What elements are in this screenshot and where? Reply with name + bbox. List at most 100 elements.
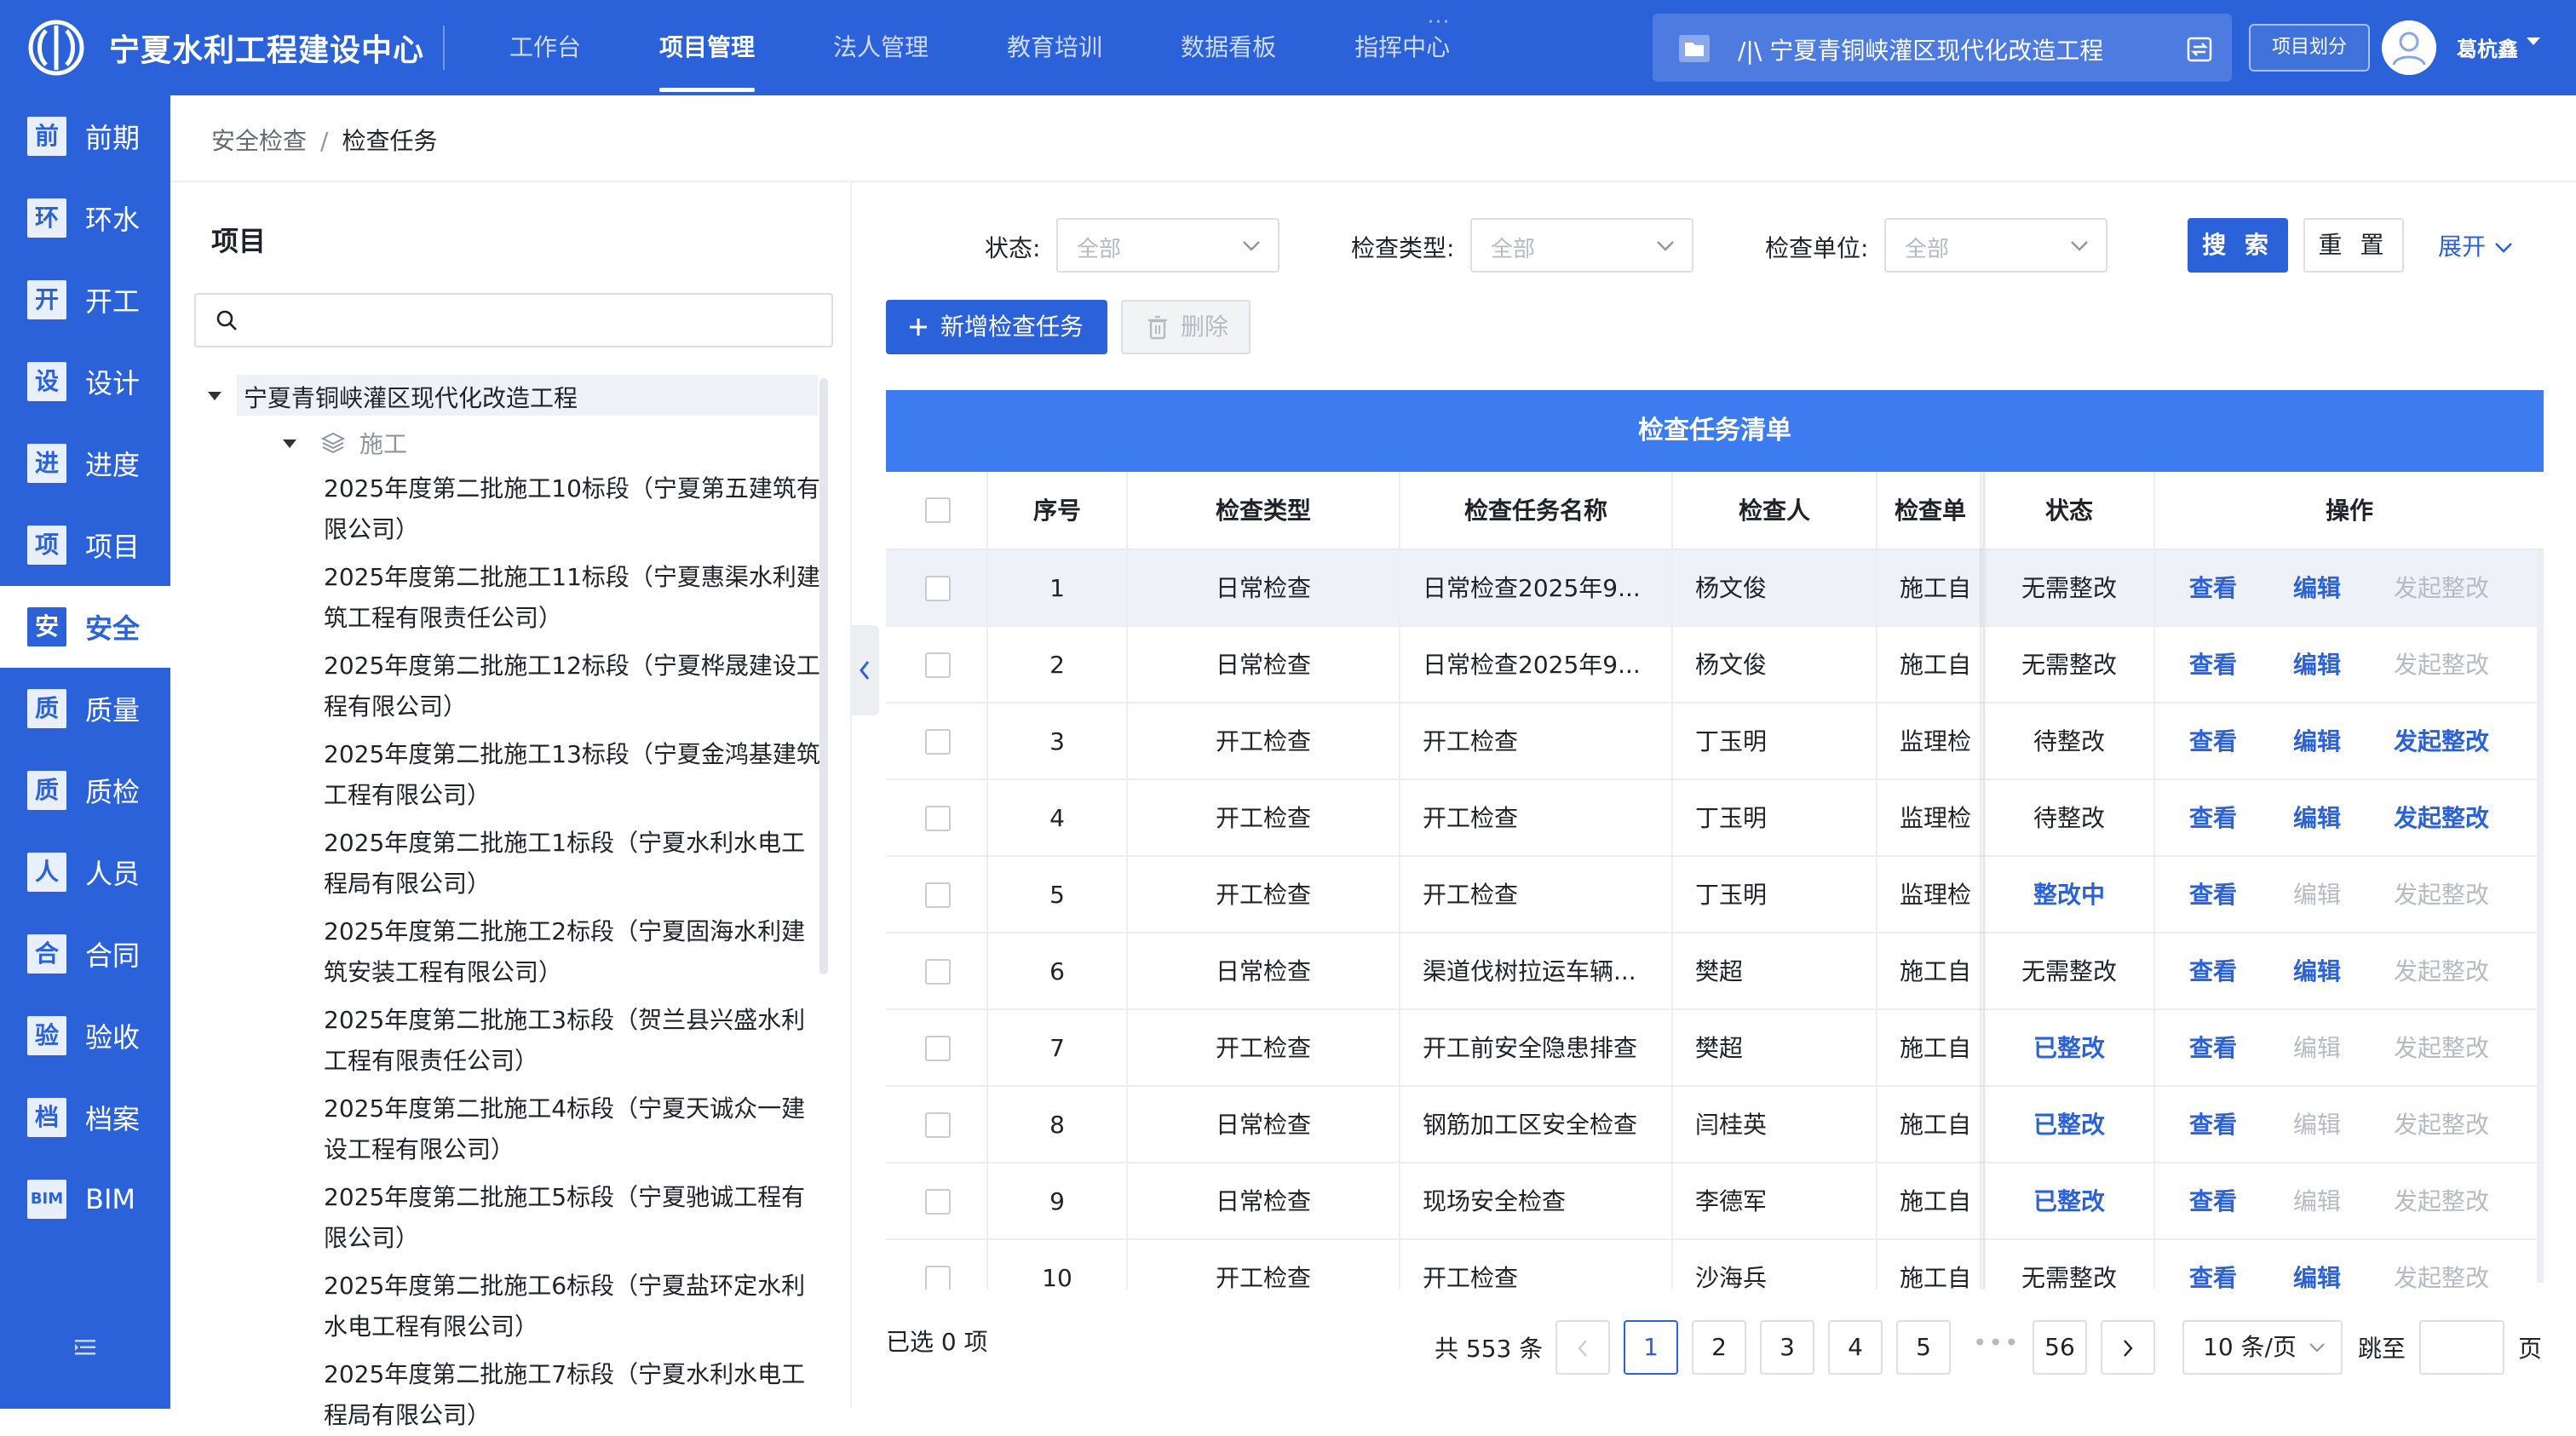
jump-page-input[interactable] [2424,1322,2501,1370]
next-page-button[interactable] [2101,1320,2155,1375]
edit-link[interactable]: 编辑 [2293,627,2341,704]
start-rectification-link[interactable]: 发起整改 [2394,1163,2489,1240]
expand-filters-button[interactable]: 展开 [2438,228,2513,262]
username[interactable]: 葛杭鑫 [2457,32,2518,62]
tree-leaf[interactable]: 2025年度第二批施工7标段（宁夏水利水电工程局有限公司） [324,1354,826,1436]
row-checkbox[interactable] [925,806,951,831]
edit-link[interactable]: 编辑 [2293,704,2341,780]
view-link[interactable]: 查看 [2189,933,2237,1010]
edit-link[interactable]: 编辑 [2293,933,2341,1010]
add-inspection-task-button[interactable]: 新增检查任务 [886,300,1107,354]
delete-button[interactable]: 删除 [1121,300,1251,354]
nav-workbench[interactable]: 工作台 [509,0,581,95]
view-link[interactable]: 查看 [2189,627,2237,704]
tree-leaf[interactable]: 2025年度第二批施工11标段（宁夏惠渠水利建筑工程有限责任公司） [324,557,826,639]
row-checkbox[interactable] [925,576,951,601]
view-link[interactable]: 查看 [2189,704,2237,780]
more-icon[interactable]: ··· [1428,12,1451,33]
view-link[interactable]: 查看 [2189,1010,2237,1087]
chevron-down-icon[interactable] [2527,37,2540,45]
view-link[interactable]: 查看 [2189,550,2237,627]
tree-leaf[interactable]: 2025年度第二批施工2标段（宁夏固海水利建筑安装工程有限公司） [324,911,826,993]
jump-page-field[interactable] [2419,1320,2504,1375]
nav-legal-person[interactable]: 法人管理 [833,0,929,95]
scrollbar[interactable] [819,378,828,974]
view-link[interactable]: 查看 [2189,1240,2237,1290]
tree-leaf[interactable]: 2025年度第二批施工3标段（贺兰县兴盛水利工程有限责任公司） [324,1000,826,1082]
sidebar-item-progress[interactable]: 进进度 [0,422,170,504]
breadcrumb-parent[interactable]: 安全检查 [211,127,307,155]
row-checkbox[interactable] [925,652,951,678]
nav-project-management[interactable]: 项目管理 [659,0,756,95]
edit-link[interactable]: 编辑 [2293,1010,2341,1087]
sidebar-item-bim[interactable]: BIM BIM [0,1158,170,1240]
view-link[interactable]: 查看 [2189,1163,2237,1240]
avatar[interactable] [2382,20,2436,75]
type-select[interactable]: 全部 [1470,218,1693,273]
page-3[interactable]: 3 [1760,1320,1814,1375]
status-select[interactable]: 全部 [1056,218,1279,273]
start-rectification-link[interactable]: 发起整改 [2394,627,2489,704]
sidebar-item-safety[interactable]: 安安全 [0,586,170,668]
sidebar-item-environment[interactable]: 环环水 [0,177,170,259]
start-rectification-link[interactable]: 发起整改 [2394,704,2489,780]
row-checkbox[interactable] [925,959,951,985]
view-link[interactable]: 查看 [2189,1087,2237,1163]
sidebar-item-quality-inspection[interactable]: 质质检 [0,750,170,831]
sidebar-item-contract[interactable]: 合合同 [0,913,170,995]
view-link[interactable]: 查看 [2189,780,2237,857]
unit-select[interactable]: 全部 [1884,218,2107,273]
row-checkbox[interactable] [925,882,951,908]
scrollbar[interactable] [2537,550,2544,1283]
edit-link[interactable]: 编辑 [2293,857,2341,933]
start-rectification-link[interactable]: 发起整改 [2394,857,2489,933]
nav-training[interactable]: 教育培训 [1007,0,1102,95]
search-button[interactable]: 搜 索 [2188,218,2288,273]
edit-link[interactable]: 编辑 [2293,550,2341,627]
sidebar-item-quality[interactable]: 质质量 [0,668,170,750]
start-rectification-link[interactable]: 发起整改 [2394,550,2489,627]
row-checkbox[interactable] [925,729,951,755]
page-4[interactable]: 4 [1828,1320,1883,1375]
caret-down-icon[interactable] [208,392,221,400]
collapse-tree-handle[interactable] [850,625,879,715]
edit-link[interactable]: 编辑 [2293,1163,2341,1240]
sidebar-item-preliminary[interactable]: 前前期 [0,95,170,177]
sidebar-item-archive[interactable]: 档档案 [0,1077,170,1158]
page-56[interactable]: 56 [2033,1320,2087,1375]
prev-page-button[interactable] [1555,1320,1610,1375]
edit-link[interactable]: 编辑 [2293,780,2341,857]
page-1[interactable]: 1 [1624,1320,1678,1375]
more-pages-icon[interactable]: ••• [1973,1329,2021,1357]
tree-leaf[interactable]: 2025年度第二批施工5标段（宁夏驰诚工程有限公司） [324,1177,826,1259]
page-size-select[interactable]: 10 条/页 [2182,1320,2343,1375]
switch-project-icon[interactable] [2186,36,2213,63]
tree-search-input[interactable] [247,295,826,342]
start-rectification-link[interactable]: 发起整改 [2394,933,2489,1010]
row-checkbox[interactable] [925,1189,951,1215]
project-divide-button[interactable]: 项目划分 [2249,24,2370,72]
edit-link[interactable]: 编辑 [2293,1240,2341,1290]
sidebar-item-commencement[interactable]: 开开工 [0,259,170,341]
sidebar-item-project[interactable]: 项项目 [0,504,170,586]
tree-leaf[interactable]: 2025年度第二批施工13标段（宁夏金鸿基建筑工程有限公司） [324,734,826,816]
select-all-checkbox[interactable] [925,497,951,523]
view-link[interactable]: 查看 [2189,857,2237,933]
start-rectification-link[interactable]: 发起整改 [2394,1240,2489,1290]
row-checkbox[interactable] [925,1112,951,1138]
sidebar-item-acceptance[interactable]: 验验收 [0,995,170,1077]
page-5[interactable]: 5 [1896,1320,1951,1375]
tree-leaf[interactable]: 2025年度第二批施工4标段（宁夏天诚众一建设工程有限公司） [324,1088,826,1170]
start-rectification-link[interactable]: 发起整改 [2394,1087,2489,1163]
sidebar-item-personnel[interactable]: 人人员 [0,831,170,913]
project-selector[interactable]: /|\ 宁夏青铜峡灌区现代化改造工程 [1653,14,2232,82]
reset-button[interactable]: 重 置 [2303,218,2404,273]
tree-search[interactable] [194,293,833,348]
tree-leaf[interactable]: 2025年度第二批施工10标段（宁夏第五建筑有限公司） [324,468,826,550]
sidebar-item-design[interactable]: 设设计 [0,341,170,422]
caret-down-icon[interactable] [283,439,296,448]
page-2[interactable]: 2 [1692,1320,1746,1375]
tree-leaf[interactable]: 2025年度第二批施工12标段（宁夏桦晟建设工程有限公司） [324,646,826,727]
start-rectification-link[interactable]: 发起整改 [2394,1010,2489,1087]
row-checkbox[interactable] [925,1266,951,1290]
